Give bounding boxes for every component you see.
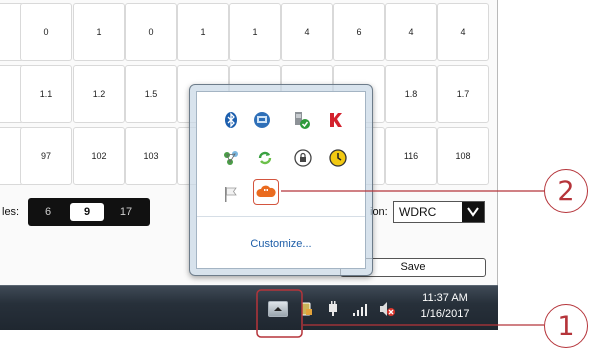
callout-1: 1 [544,304,588,348]
callout-2: 2 [544,169,588,213]
callout-lines [256,190,544,338]
screenshot: 0 1 0 1 1 4 6 4 4 1.1 1.2 1.5 1.8 1.7 97… [0,0,598,355]
